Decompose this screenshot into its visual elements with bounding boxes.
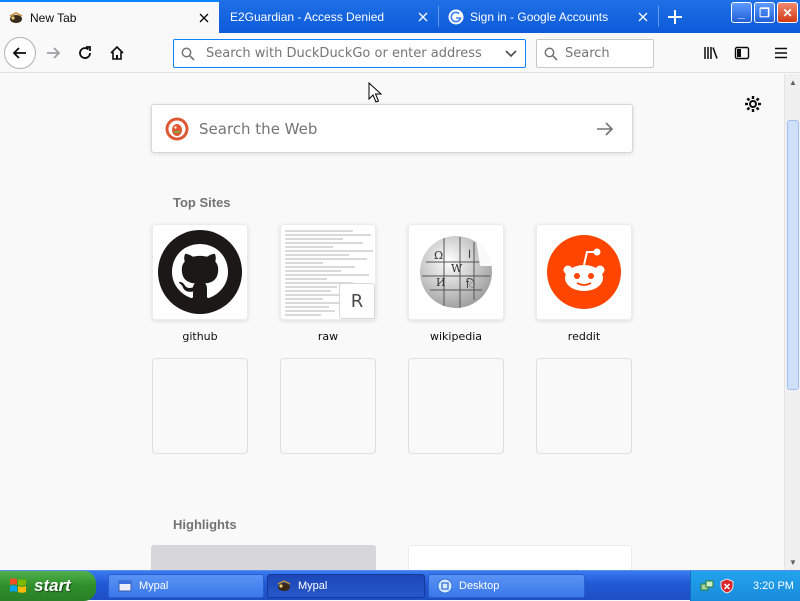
url-input[interactable] [202, 46, 497, 61]
top-site-placeholder [280, 358, 376, 454]
network-icon[interactable] [699, 578, 715, 594]
search-icon [537, 40, 565, 68]
start-label: start [34, 576, 71, 595]
back-button[interactable] [4, 37, 36, 69]
arrow-right-icon[interactable] [590, 114, 620, 144]
top-sites-heading: Top Sites [173, 195, 231, 210]
tab-title: New Tab [30, 10, 77, 25]
gear-icon[interactable] [743, 94, 763, 114]
taskbar-item-mypal[interactable]: Mypal [267, 574, 425, 598]
mypal-icon [276, 578, 292, 594]
taskbar-item-label: Mypal [139, 580, 169, 592]
home-button[interactable] [102, 38, 132, 68]
highlights-heading: Highlights [173, 517, 237, 532]
top-site-placeholder [408, 358, 504, 454]
tab-close-icon[interactable] [632, 6, 654, 28]
mypal-icon [8, 10, 24, 26]
restore-button[interactable]: ❐ [754, 2, 775, 23]
highlight-card[interactable] [151, 545, 376, 570]
tab-e2guardian[interactable]: E2Guardian - Access Denied [222, 0, 438, 33]
svg-text:ا: ا [468, 248, 471, 261]
scroll-up-arrow-icon[interactable]: ▲ [785, 74, 800, 90]
clock: 3:20 PM [753, 580, 794, 592]
taskbar-item-mypal[interactable]: Mypal [108, 574, 264, 598]
forward-button[interactable] [38, 38, 68, 68]
minimize-button[interactable]: _ [731, 2, 752, 23]
windows-taskbar: start Mypal Mypal Desktop 3:20 PM [0, 570, 800, 601]
top-site-placeholder [536, 358, 632, 454]
tab-strip: New Tab E2Guardian - Access Denied Sign … [0, 0, 800, 33]
tab-close-icon[interactable] [193, 7, 215, 29]
mypal-icon [117, 578, 133, 594]
top-site-github[interactable] [152, 224, 248, 320]
top-site-placeholder [152, 358, 248, 454]
tab-close-icon[interactable] [412, 6, 434, 28]
home-icon [110, 45, 124, 60]
reload-icon [79, 46, 91, 59]
system-tray: 3:20 PM [690, 571, 800, 601]
windows-flag-icon [10, 578, 26, 593]
forward-arrow-icon [47, 47, 61, 59]
navigation-toolbar [0, 33, 800, 73]
top-site-reddit[interactable] [536, 224, 632, 320]
tab-new-tab[interactable]: New Tab [0, 0, 219, 33]
top-site-label: github [182, 330, 218, 343]
reload-button[interactable] [70, 38, 100, 68]
github-icon [158, 230, 242, 314]
vertical-scrollbar[interactable]: ▲ ▼ [784, 74, 800, 570]
new-tab-button[interactable] [660, 2, 690, 31]
top-site-wikipedia[interactable]: Ω W ا Иि [408, 224, 504, 320]
scrollbar-thumb[interactable] [787, 120, 799, 390]
desktop-icon [437, 578, 453, 594]
highlight-card[interactable] [408, 545, 632, 570]
tab-title: Sign in - Google Accounts [470, 9, 609, 24]
search-icon [174, 40, 202, 68]
svg-text:W: W [451, 262, 463, 275]
top-site-label: reddit [567, 330, 601, 343]
taskbar-item-desktop[interactable]: Desktop [428, 574, 585, 598]
google-icon [448, 9, 464, 25]
tab-title: E2Guardian - Access Denied [230, 9, 385, 24]
search-bar[interactable] [536, 39, 654, 68]
wikipedia-icon: ΩWا Иि [420, 236, 492, 308]
tab-separator [438, 6, 439, 27]
scroll-down-arrow-icon[interactable]: ▼ [785, 554, 800, 570]
top-site-label: raw [317, 330, 339, 343]
sidebar-icon [734, 46, 750, 60]
shield-icon[interactable] [719, 578, 735, 594]
url-bar[interactable] [173, 39, 526, 68]
library-icon [704, 47, 718, 59]
svg-text:ि: ि [466, 278, 475, 291]
web-search-box[interactable] [151, 104, 633, 153]
raw-badge: R [339, 283, 375, 319]
svg-text:И: И [436, 276, 446, 289]
web-search-input[interactable] [199, 119, 590, 138]
tab-google-signin[interactable]: Sign in - Google Accounts [440, 0, 658, 33]
chevron-down-icon[interactable] [497, 40, 525, 68]
hamburger-menu-icon [775, 47, 787, 59]
back-arrow-icon [12, 47, 26, 59]
library-button[interactable] [696, 38, 726, 68]
start-button[interactable]: start [0, 571, 96, 601]
taskbar-item-label: Mypal [298, 580, 328, 592]
reddit-icon [547, 235, 621, 309]
search-input[interactable] [565, 46, 653, 61]
svg-text:Ω: Ω [434, 249, 443, 262]
taskbar-item-label: Desktop [459, 580, 500, 592]
sidebar-toggle-button[interactable] [727, 38, 757, 68]
new-tab-page: Top Sites github R raw [0, 74, 784, 570]
top-site-label: wikipedia [429, 330, 482, 343]
top-site-raw[interactable]: R [280, 224, 376, 320]
plus-icon [668, 9, 682, 24]
mouse-cursor-icon [368, 82, 382, 103]
close-window-button[interactable]: ✕ [777, 2, 798, 23]
duckduckgo-icon [165, 117, 189, 140]
menu-button[interactable] [766, 38, 796, 68]
tab-separator [658, 6, 659, 27]
